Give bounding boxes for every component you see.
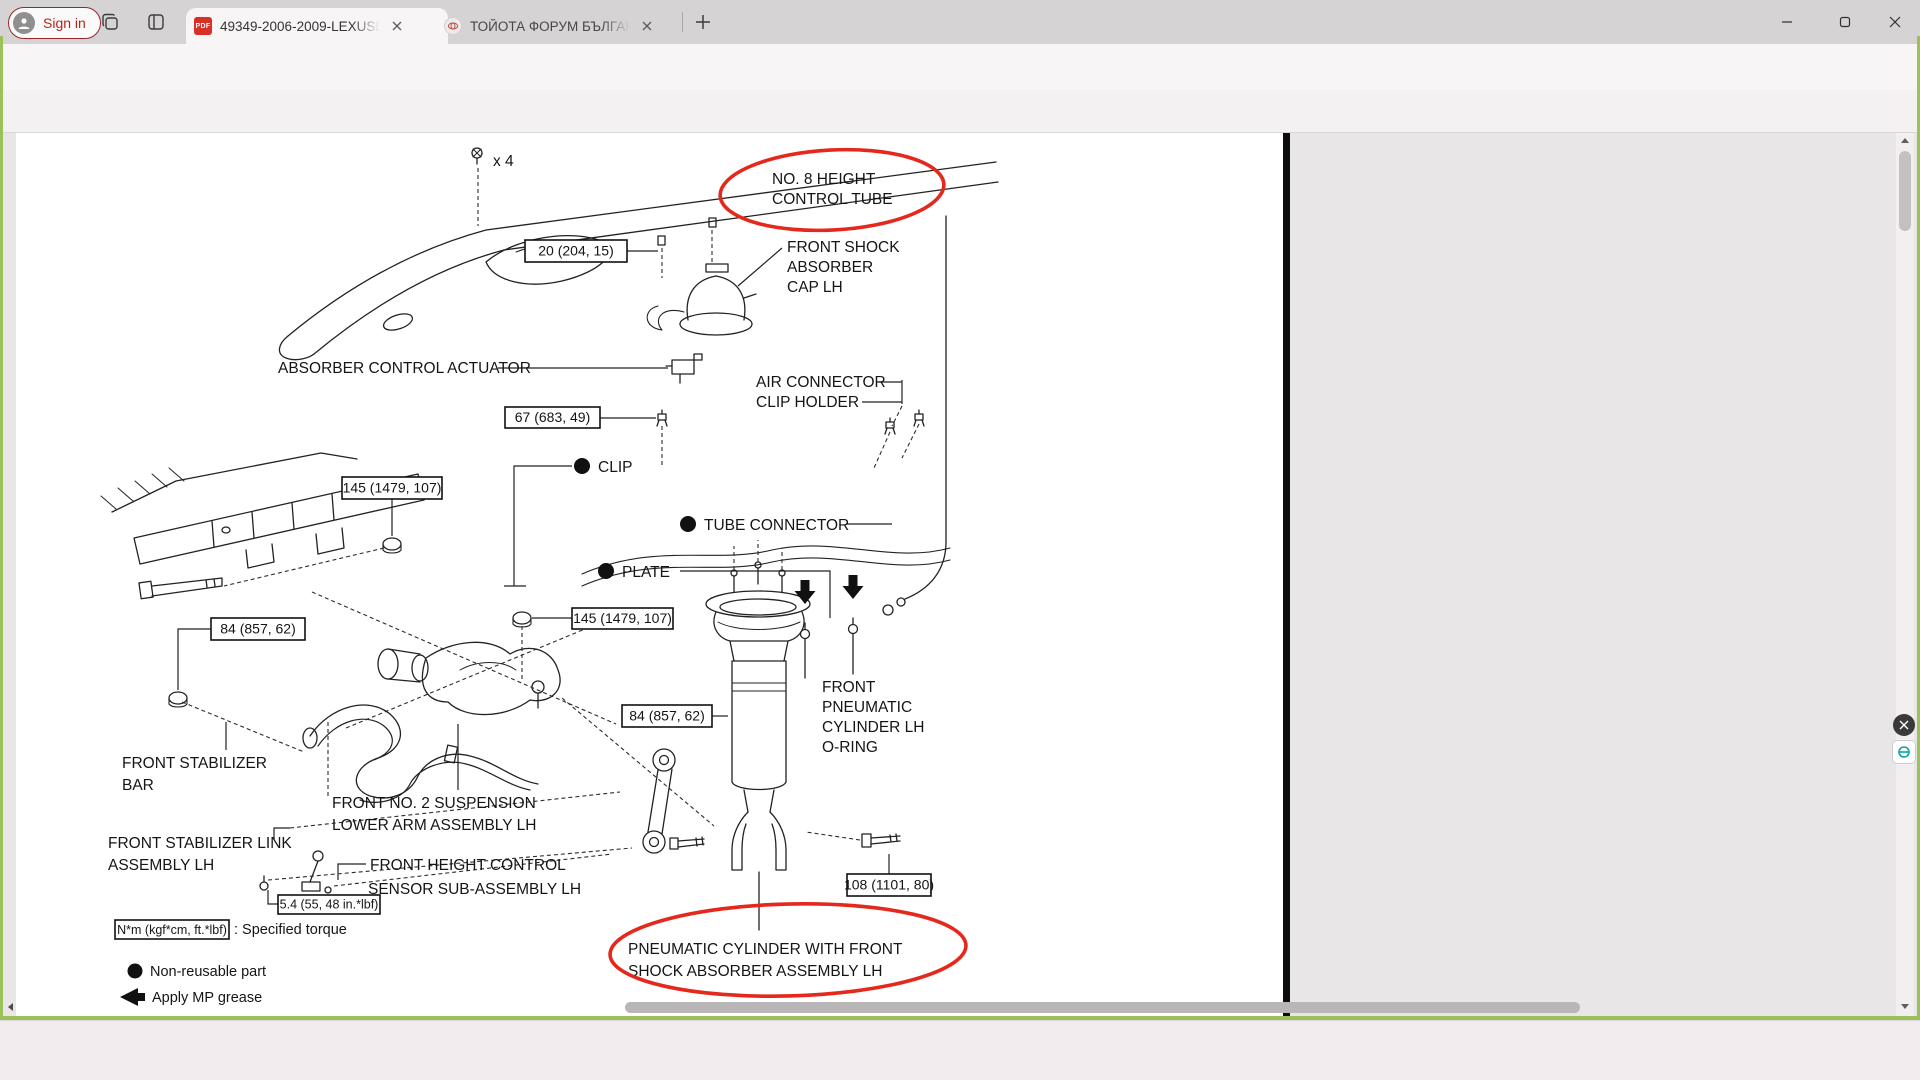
plate-bullet (598, 563, 614, 579)
profile-avatar-icon (13, 12, 35, 34)
tab-strip: Sign in PDF 49349-2006-2009-LEXUSLS460.p… (0, 0, 1920, 44)
taskbar: 10°C Mostly cloudy Search (0, 1020, 1920, 1080)
clip-label: CLIP (598, 459, 632, 476)
shock-cap-label-2: ABSORBER (787, 259, 873, 276)
clip-bullet (574, 458, 590, 474)
tab-search-icon[interactable] (146, 12, 166, 32)
tab-pdf-title: 49349-2006-2009-LEXUSLS460.pdf (220, 19, 380, 34)
height-sensor-label-2: SENSOR SUB-ASSEMBLY LH (368, 881, 581, 898)
desktop-screen: Sign in PDF 49349-2006-2009-LEXUSLS460.p… (0, 0, 1920, 1080)
stabilizer-link-label-1: FRONT STABILIZER LINK (108, 835, 292, 852)
window-border-left (0, 36, 3, 1020)
red-circle-top (718, 144, 946, 236)
torque-108: 108 (1101, 80) (844, 877, 934, 893)
horizontal-scroll-thumb[interactable] (625, 1002, 1580, 1013)
stabilizer-link-label-2: ASSEMBLY LH (108, 857, 214, 874)
lower-arm-label-2: LOWER ARM ASSEMBLY LH (332, 817, 536, 834)
vertical-scroll-thumb[interactable] (1899, 151, 1911, 231)
legend-torque-desc: : Specified torque (234, 922, 347, 938)
suspension-diagram: 20 (204, 15) 67 (683, 49) 145 (1479, 107… (16, 140, 1283, 1006)
grease-arrow-icon (120, 988, 145, 1006)
window-maximize-icon[interactable] (1839, 16, 1851, 28)
sign-in-button[interactable]: Sign in (8, 7, 101, 39)
height-sensor-label-1: FRONT HEIGHT CONTROL (370, 857, 566, 874)
sidebar-widget-close-icon[interactable] (1893, 714, 1915, 736)
pneumatic-label-2: PNEUMATIC (822, 699, 912, 716)
legend-torque-units: N*m (kgf*cm, ft.*lbf) (117, 923, 227, 937)
torque-84-b: 84 (857, 62) (629, 708, 705, 724)
stabilizer-bar-label-2: BAR (122, 777, 154, 794)
down-arrow-icon (795, 575, 864, 604)
no8-height-label-2: CONTROL TUBE (772, 191, 893, 208)
new-tab-icon[interactable] (694, 13, 712, 31)
shock-cap-label-3: CAP LH (787, 279, 843, 296)
bolt-count-label: x 4 (493, 153, 514, 170)
pdf-favicon: PDF (194, 17, 212, 35)
pneumatic-label-3: CYLINDER LH (822, 719, 925, 736)
legend-non-reusable: Non-reusable part (150, 964, 266, 980)
scroll-left-icon[interactable] (6, 1002, 16, 1012)
pdf-toolbar: Draw Ask Copilot of 11275 (0, 90, 1920, 133)
window-minimize-icon[interactable] (1781, 16, 1793, 28)
torque-67: 67 (683, 49) (515, 409, 591, 425)
torque-145-a: 145 (1479, 107) (343, 480, 442, 496)
workspaces-icon[interactable] (100, 12, 120, 32)
no8-height-label-1: NO. 8 HEIGHT (772, 171, 876, 188)
tab-forum[interactable]: ТОЙОТА ФОРУМ БЪЛГАРИЯ - Виж (436, 8, 690, 44)
pdf-content-area: 20 (204, 15) 67 (683, 49) 145 (1479, 107… (0, 133, 1920, 1016)
tab-pdf-close-icon[interactable] (388, 17, 406, 35)
tab-forum-title: ТОЙОТА ФОРУМ БЪЛГАРИЯ - Виж (470, 19, 630, 34)
non-reusable-bullet (128, 964, 143, 979)
pneumatic-label-4: O-RING (822, 739, 878, 756)
circled-label-2: SHOCK ABSORBER ASSEMBLY LH (628, 963, 882, 980)
tube-connector-bullet (680, 516, 696, 532)
tab-pdf[interactable]: PDF 49349-2006-2009-LEXUSLS460.pdf (186, 8, 448, 44)
window-close-icon[interactable] (1889, 16, 1901, 28)
legend-grease: Apply MP grease (152, 990, 262, 1006)
vertical-scrollbar[interactable] (1896, 133, 1914, 1016)
toyota-favicon (444, 17, 462, 35)
tube-connector-label: TUBE CONNECTOR (704, 517, 849, 534)
torque-5-4: 5.4 (55, 48 in.*lbf) (280, 898, 379, 912)
torque-145-b: 145 (1479, 107) (573, 610, 672, 626)
air-connector-label-1: AIR CONNECTOR (756, 374, 886, 391)
sign-in-label: Sign in (43, 15, 86, 31)
sidebar-widget-app-icon[interactable] (1892, 740, 1916, 764)
scroll-down-icon[interactable] (1900, 1001, 1910, 1011)
lower-arm-label-1: FRONT NO. 2 SUSPENSION (332, 795, 536, 812)
stabilizer-bar-label-1: FRONT STABILIZER (122, 755, 267, 772)
plate-label: PLATE (622, 564, 670, 581)
air-connector-label-2: CLIP HOLDER (756, 394, 859, 411)
scroll-up-icon[interactable] (1900, 136, 1910, 146)
pdf-page: 20 (204, 15) 67 (683, 49) 145 (1479, 107… (16, 133, 1283, 1016)
page-edge-divider (1283, 133, 1290, 1016)
actuator-label: ABSORBER CONTROL ACTUATOR (278, 360, 531, 377)
tab-forum-close-icon[interactable] (638, 17, 656, 35)
tab-divider (682, 12, 683, 32)
address-bar-row: File D:/New%20folder/49349-2006-2009-LEX… (0, 44, 1920, 90)
pneumatic-label-1: FRONT (822, 679, 876, 696)
torque-20: 20 (204, 15) (538, 243, 614, 259)
shock-cap-label-1: FRONT SHOCK (787, 239, 900, 256)
circled-label-1: PNEUMATIC CYLINDER WITH FRONT (628, 941, 903, 958)
torque-84-a: 84 (857, 62) (220, 621, 296, 637)
